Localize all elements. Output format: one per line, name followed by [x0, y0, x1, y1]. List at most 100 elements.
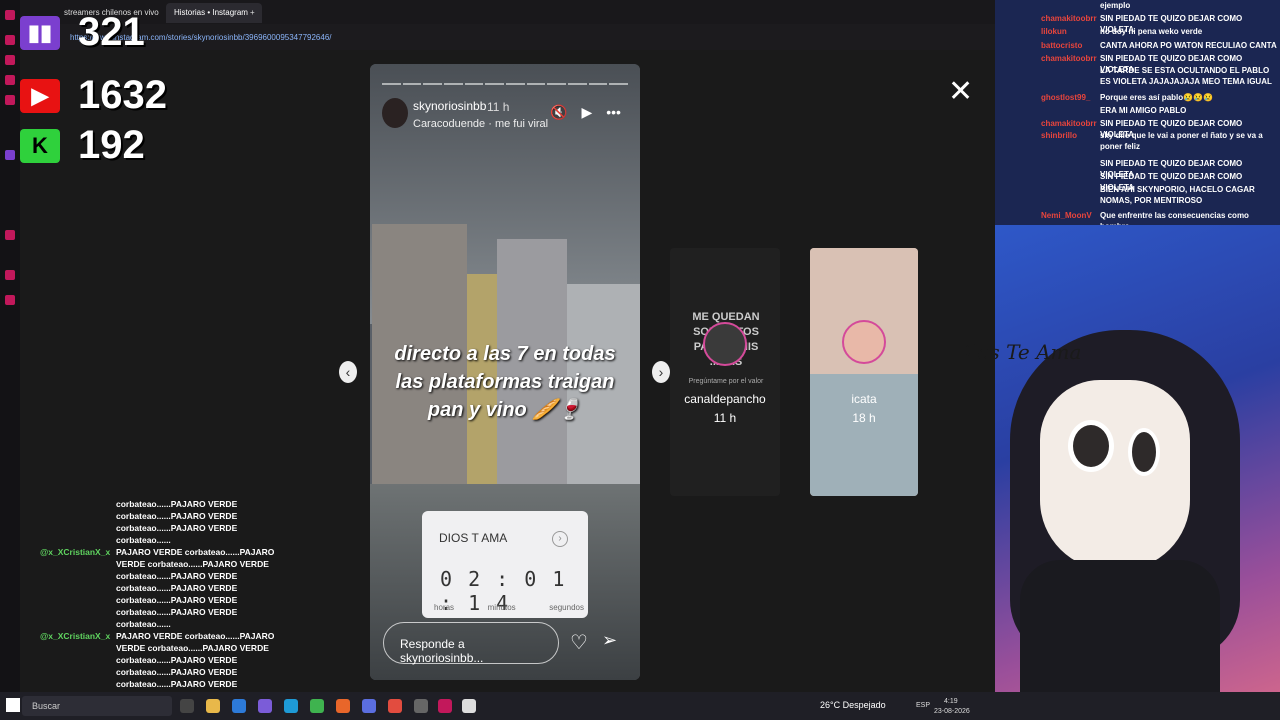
twitch-count: 321 [78, 10, 145, 54]
chat-message: corbateao......PAJARO VERDE [40, 678, 280, 690]
firefox-icon[interactable] [336, 699, 350, 713]
opera-icon[interactable] [438, 699, 452, 713]
story-username[interactable]: skynoriosinbb [413, 99, 486, 113]
progress-segment [547, 83, 567, 85]
chat-overlay-right: ejemplo chamakitoobrr SIN PIEDAD TE QUIZO … [995, 0, 1280, 231]
youtube-count: 1632 [78, 73, 167, 117]
chat-username [40, 606, 116, 618]
chat-text: PAJARO VERDE corbateao......PAJARO [116, 547, 275, 557]
preview-username: canaldepancho [684, 392, 766, 406]
story-card[interactable]: skynoriosinbb 11 h Caracoduende · me fui… [370, 64, 640, 680]
kick-icon: K [20, 128, 60, 163]
chat-text: corbateao...... [116, 535, 171, 545]
close-icon[interactable]: ✕ [948, 74, 973, 109]
play-icon[interactable]: ▶ [581, 104, 592, 121]
story-avatar[interactable] [382, 98, 408, 128]
chat-username: ghostlost99_ [1041, 93, 1091, 102]
chat-message: corbateao......PAJARO VERDE [40, 570, 280, 582]
reply-input[interactable]: Responde a skynoriosinbb... [383, 622, 559, 665]
app-icon[interactable] [5, 55, 15, 65]
mute-icon[interactable]: 🔇 [550, 104, 567, 121]
preview-time: 18 h [852, 411, 876, 425]
story-preview[interactable]: ME QUEDAN SOLO ...TOS PA... EN MIS ...NA… [670, 248, 780, 496]
heart-icon[interactable]: ♡ [570, 630, 588, 655]
language-indicator[interactable]: ESP [916, 701, 930, 710]
chat-username: battocristo [1041, 41, 1083, 50]
chrome-icon[interactable] [388, 699, 402, 713]
chat-username [40, 558, 116, 570]
send-icon[interactable]: ➢ [602, 630, 617, 651]
app-icon[interactable] [5, 230, 15, 240]
chat-username [40, 498, 116, 510]
clock-time[interactable]: 4:19 [944, 697, 958, 706]
progress-segment [506, 83, 525, 85]
taskbar-search[interactable]: Buscar [22, 696, 172, 716]
edge-icon[interactable] [284, 699, 298, 713]
countdown-sticker[interactable]: DIOS T AMA › 0 2 : 0 1 : 1 4 horas minut… [422, 511, 588, 618]
story-progress-bar [382, 83, 629, 85]
chat-username [40, 582, 116, 594]
progress-segment [609, 83, 629, 85]
preview-subtitle: Pregúntame por el valor [688, 378, 764, 385]
chat-text: LA TARDE SE ESTA OCULTANDO EL PABLO ES V… [1100, 66, 1272, 86]
app-icon[interactable] [5, 270, 15, 280]
app-icon[interactable] [310, 699, 324, 713]
taskbar-weather[interactable]: 26°C Despejado [820, 700, 886, 710]
chat-username: shinbrillo [1041, 131, 1077, 140]
preview-avatar [703, 322, 747, 366]
chat-message: corbateao......PAJARO VERDE [40, 498, 280, 510]
chat-username [40, 534, 116, 546]
story-song[interactable]: Caracoduende · me fui viral [413, 118, 548, 130]
chevron-right-icon[interactable]: › [552, 531, 568, 547]
chat-username [40, 522, 116, 534]
chat-text: PAJARO VERDE corbateao......PAJARO [116, 631, 275, 641]
clock-date[interactable]: 23-08-2026 [934, 707, 970, 716]
chat-username: Nemi_MoonV [1041, 211, 1092, 220]
progress-segment [402, 83, 422, 85]
windows-start-icon[interactable] [6, 698, 20, 712]
progress-segment [423, 83, 443, 85]
tab-bar: streamers chilenos en vivo Historias • I… [20, 0, 995, 24]
preview-avatar [842, 320, 886, 364]
chat-text: sky dile que le vai a poner el ñato y se… [1100, 131, 1263, 151]
task-view-icon[interactable] [180, 699, 194, 713]
app-icon[interactable] [5, 35, 15, 45]
chat-text: corbateao......PAJARO VERDE [116, 511, 238, 521]
app-icon[interactable] [258, 699, 272, 713]
side-art-text: Dios Te Ama [955, 340, 1082, 364]
address-bar[interactable]: https://www.instagram.com/stories/skynor… [64, 30, 904, 46]
app-icon[interactable] [232, 699, 246, 713]
app-icon[interactable] [5, 10, 15, 20]
progress-segment [382, 83, 401, 85]
app-icon[interactable] [5, 295, 15, 305]
twitch-viewers: ▮▮ 321 [20, 10, 145, 55]
story-controls: 🔇 ▶ ••• [550, 104, 621, 121]
chat-text: corbateao......PAJARO VERDE [116, 499, 238, 509]
chat-message: @x_XCristianX_x PAJARO VERDE corbateao...… [40, 630, 280, 642]
app-icon[interactable] [5, 95, 15, 105]
more-options-icon[interactable]: ••• [606, 104, 621, 121]
chat-username [40, 594, 116, 606]
story-preview[interactable]: icata 18 h [810, 248, 918, 496]
preview-time: 11 h [713, 411, 737, 425]
chat-message: @x_XCristianX_x PAJARO VERDE corbateao...… [40, 546, 280, 558]
countdown-title: DIOS T AMA [439, 531, 508, 545]
chat-text: corbateao......PAJARO VERDE [116, 607, 238, 617]
progress-segment [485, 83, 505, 85]
app-icon[interactable] [414, 699, 428, 713]
chat-text: corbateao......PAJARO VERDE [116, 571, 238, 581]
app-icon[interactable] [362, 699, 376, 713]
countdown-labels: horas minutos segundos [434, 603, 584, 612]
chat-text: corbateao......PAJARO VERDE [116, 523, 238, 533]
chat-overlay-left: corbateao......PAJARO VERDE corbateao....… [40, 498, 280, 702]
previous-story-button[interactable]: ‹ [339, 361, 357, 383]
twitch-icon[interactable] [5, 150, 15, 160]
new-tab-button[interactable]: + [242, 3, 260, 23]
vtuber-avatar-eye [1068, 420, 1114, 472]
preview-username: icata [851, 392, 877, 406]
file-explorer-icon[interactable] [206, 699, 220, 713]
chat-text: corbateao......PAJARO VERDE [116, 667, 238, 677]
next-story-button[interactable]: › [652, 361, 670, 383]
app-icon[interactable] [5, 75, 15, 85]
app-icon[interactable] [462, 699, 476, 713]
